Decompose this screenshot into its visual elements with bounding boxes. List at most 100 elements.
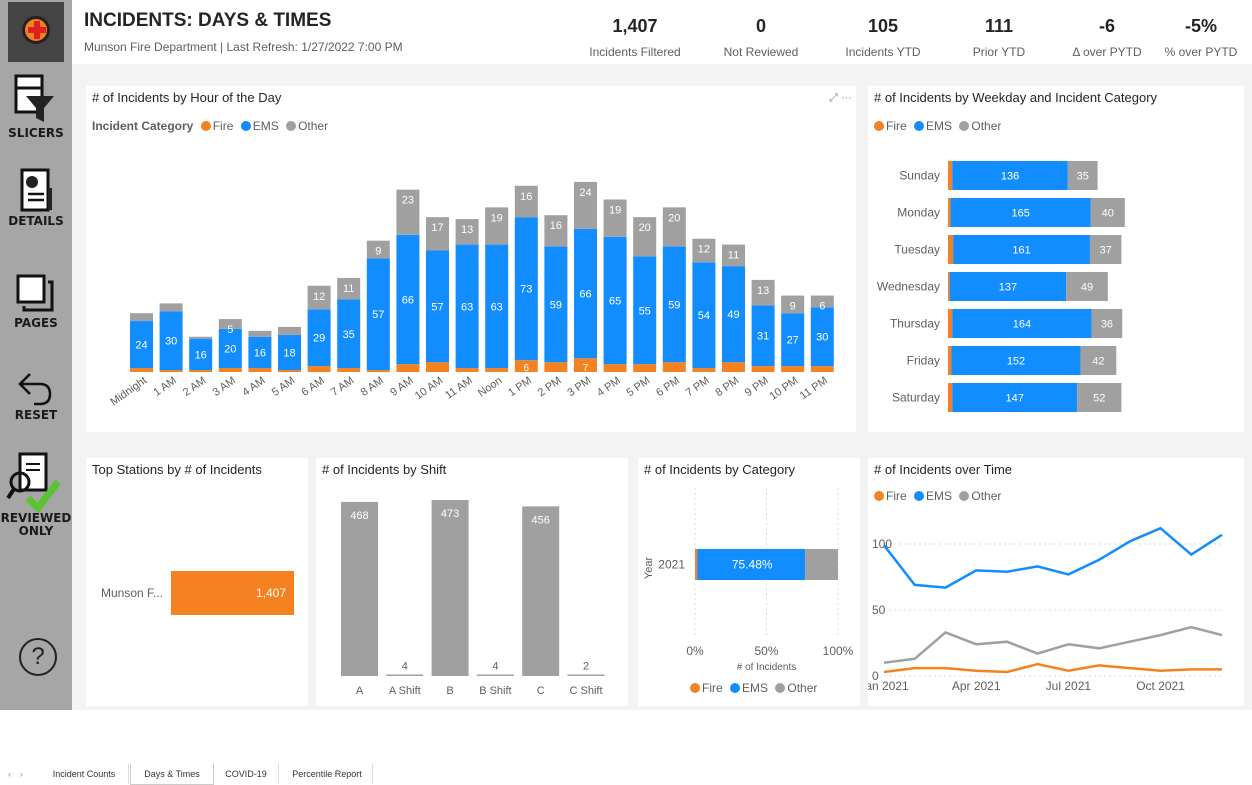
pages-label: PAGES bbox=[14, 316, 58, 330]
data-label-ems: 59 bbox=[550, 299, 562, 311]
data-label-ems: 73 bbox=[520, 284, 532, 296]
tab-scroll-left-icon[interactable]: ‹ bbox=[8, 764, 11, 784]
help-button[interactable]: ? bbox=[19, 638, 57, 676]
x-tick-label: Noon bbox=[476, 375, 504, 400]
x-tick-label: 8 AM bbox=[359, 375, 386, 399]
data-label-ems: 30 bbox=[165, 336, 177, 348]
data-label-other: 49 bbox=[1081, 282, 1093, 294]
slicers-button[interactable]: SLICERS bbox=[0, 74, 72, 140]
reviewed-check-icon bbox=[6, 452, 61, 514]
pages-button[interactable]: PAGES bbox=[0, 272, 72, 330]
x-tick-label: A bbox=[356, 685, 364, 697]
data-label-other: 37 bbox=[1100, 245, 1112, 257]
x-tick-label: 3 AM bbox=[211, 375, 238, 399]
category-chart[interactable]: 75.48% 2021Year 0% 50% 100% # of Incidents bbox=[638, 458, 860, 706]
x-tick-label: 6 AM bbox=[299, 375, 326, 399]
data-label-ems: 29 bbox=[313, 333, 325, 345]
bar-shift bbox=[431, 500, 469, 676]
data-label-ems: 66 bbox=[402, 294, 414, 306]
data-label-ems: 164 bbox=[1013, 319, 1031, 331]
reset-label: RESET bbox=[14, 408, 58, 422]
data-label-other: 42 bbox=[1092, 356, 1104, 368]
kpi-value: 0 bbox=[755, 16, 766, 36]
kpi-label: Incidents Filtered bbox=[589, 45, 681, 59]
data-label-other: 6 bbox=[819, 301, 825, 313]
tab-incident-counts[interactable]: Incident Counts bbox=[40, 764, 129, 784]
reset-button[interactable]: RESET bbox=[0, 368, 72, 422]
x-tick-label: Apr 2021 bbox=[952, 679, 1001, 693]
bar-fire bbox=[603, 364, 627, 372]
x-tick-label: 10 PM bbox=[767, 375, 800, 403]
sidebar: SLICERS DETAILS PAGES RESET REVIEWED ONL… bbox=[0, 0, 72, 710]
x-tick-label: Midnight bbox=[108, 375, 149, 409]
x-tick-label: 100% bbox=[823, 644, 854, 658]
x-tick-label: 5 AM bbox=[270, 375, 297, 399]
tab-scroll-right-icon[interactable]: › bbox=[20, 764, 23, 784]
data-label-other: 19 bbox=[609, 205, 621, 217]
hour-of-day-chart[interactable]: 24 Midnight 30 1 AM 16 2 AM 20 5 3 AM 16 4 AM 18 5 A… bbox=[86, 86, 856, 432]
legend-other-dot bbox=[775, 683, 786, 693]
data-label-ems: 16 bbox=[254, 347, 266, 359]
legend-ems: EMS bbox=[742, 681, 769, 695]
top-stations-card: Top Stations by # of Incidents 1,407 Muns… bbox=[86, 458, 308, 706]
tab-covid-19[interactable]: COVID-19 bbox=[214, 764, 279, 784]
data-label-ems: 65 bbox=[609, 295, 621, 307]
tab-days-times[interactable]: Days & Times bbox=[130, 764, 214, 785]
data-label-fire: 6 bbox=[524, 363, 530, 374]
over-time-chart[interactable]: 050100Jan 2021Apr 2021Jul 2021Oct 2021 bbox=[868, 458, 1244, 706]
undo-arrow-icon bbox=[18, 373, 52, 406]
top-stations-chart[interactable]: 1,407 Munson F... bbox=[86, 458, 308, 706]
y-tick-label: 100 bbox=[872, 537, 892, 551]
bar-other bbox=[189, 336, 213, 339]
x-tick-label: 5 PM bbox=[624, 375, 652, 400]
weekday-card: # of Incidents by Weekday and Incident C… bbox=[868, 86, 1244, 432]
report-header: INCIDENTS: DAYS & TIMES Munson Fire Depa… bbox=[72, 0, 1252, 64]
bar-shift bbox=[522, 506, 560, 676]
y-tick-label: Friday bbox=[907, 354, 940, 368]
logo-emblem-icon bbox=[22, 16, 50, 44]
kpi-value: 1,407 bbox=[612, 16, 658, 36]
bar-fire bbox=[455, 368, 479, 372]
bar-fire bbox=[810, 366, 834, 372]
data-label-ems: 59 bbox=[668, 299, 680, 311]
shift-chart[interactable]: 468 A 4 A Shift 473 B 4 B Shift 456 C 2 C Shift bbox=[316, 458, 628, 706]
bar-fire bbox=[695, 549, 698, 580]
bar-fire bbox=[633, 364, 657, 372]
bar-shift bbox=[567, 674, 605, 676]
kpi-value: -5% bbox=[1184, 16, 1217, 36]
bar-fire bbox=[218, 368, 242, 372]
data-label-other: 19 bbox=[491, 212, 503, 224]
kpi-prior-ytd: 111 Prior YTD bbox=[944, 16, 1054, 59]
bar-fire bbox=[781, 366, 805, 372]
y-tick-label: 50 bbox=[872, 603, 886, 617]
data-label-ems: 66 bbox=[579, 289, 591, 301]
data-label-other: 35 bbox=[1077, 171, 1089, 183]
kpi-label: % over PYTD bbox=[1164, 45, 1238, 59]
x-tick-label: 6 PM bbox=[654, 375, 682, 400]
x-tick-label: 11 PM bbox=[798, 375, 830, 403]
bar-fire bbox=[189, 370, 213, 372]
bar-other bbox=[805, 549, 838, 580]
hour-of-day-card: # of Incidents by Hour of the Day ⤢ ··· … bbox=[86, 86, 856, 432]
details-button[interactable]: DETAILS bbox=[0, 168, 72, 228]
data-label-other: 9 bbox=[790, 301, 796, 313]
x-tick-label: 4 AM bbox=[240, 375, 267, 399]
x-tick-label: 9 PM bbox=[743, 375, 771, 400]
pages-icon bbox=[16, 274, 54, 312]
data-label-ems: 57 bbox=[372, 309, 384, 321]
x-tick-label: 1 AM bbox=[151, 375, 178, 399]
kpi-label: Incidents YTD bbox=[845, 45, 921, 59]
tab-percentile-report[interactable]: Percentile Report bbox=[282, 764, 373, 784]
x-tick-label: C Shift bbox=[569, 685, 602, 697]
data-label-ems: 18 bbox=[283, 347, 295, 359]
bar-fire bbox=[366, 370, 390, 372]
y-tick-label: Tuesday bbox=[894, 243, 940, 257]
x-tick-label: 2 PM bbox=[536, 375, 564, 400]
x-tick-label: 7 AM bbox=[329, 375, 356, 399]
data-label-ems: 75.48% bbox=[732, 558, 773, 572]
line-series-fire bbox=[883, 662, 1222, 674]
bar-fire bbox=[948, 383, 953, 412]
page-subtitle: Munson Fire Department | Last Refresh: 1… bbox=[84, 40, 403, 54]
reviewed-only-button[interactable]: REVIEWED ONLY bbox=[0, 452, 72, 538]
weekday-chart[interactable]: Sunday 136 35 Monday 165 40 Tuesday 161 37 Wednes… bbox=[868, 86, 1244, 432]
